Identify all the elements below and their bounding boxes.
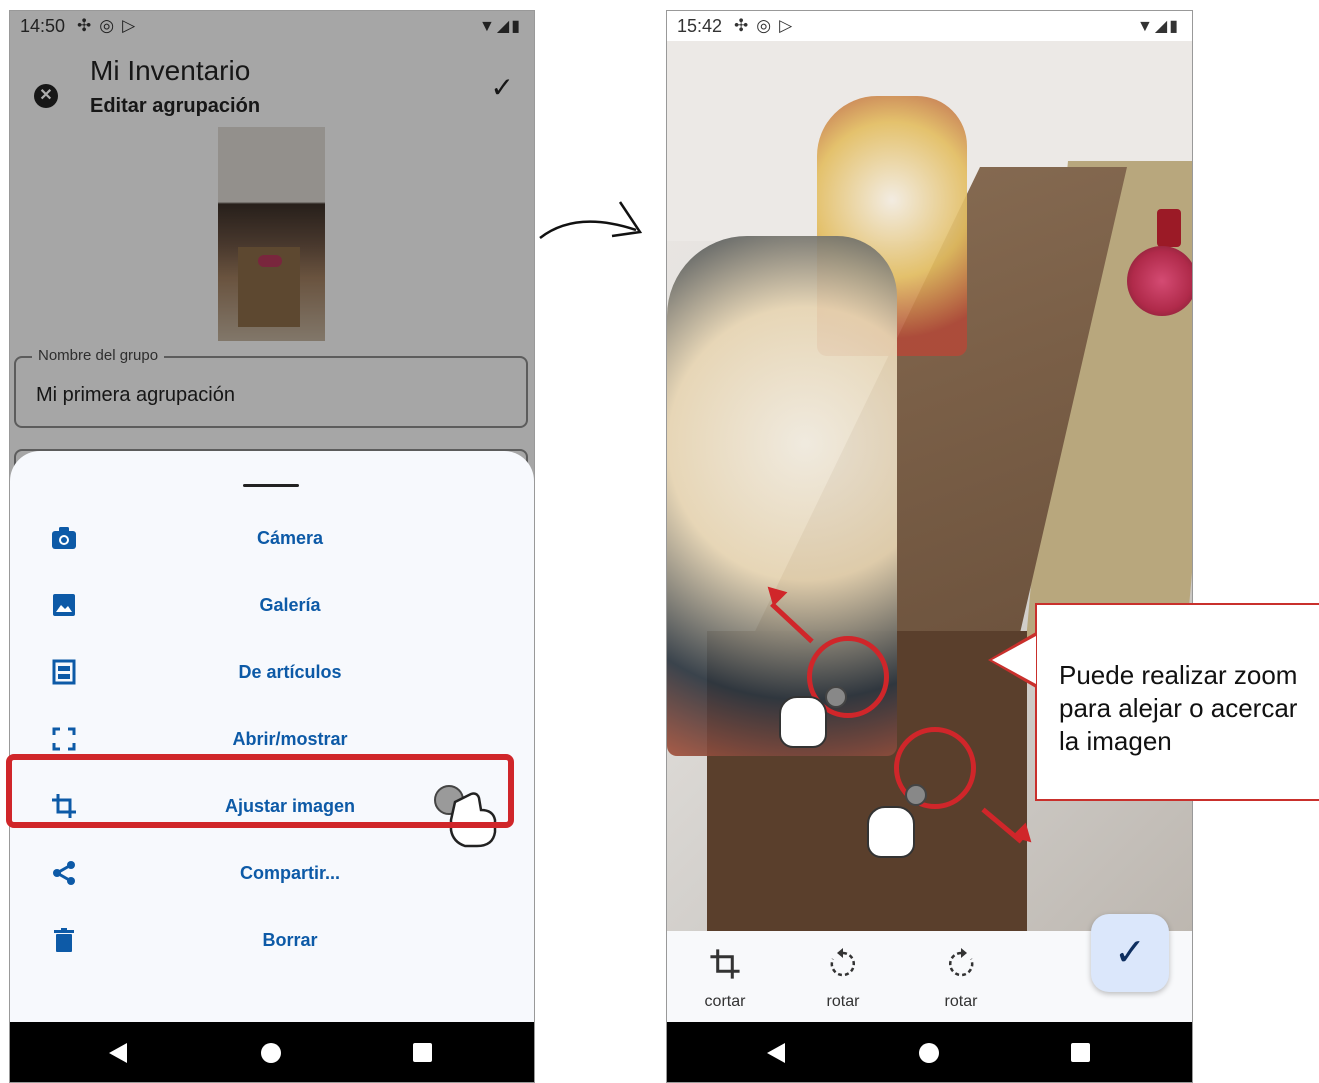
back-icon[interactable] [767, 1043, 785, 1063]
hand-pointer-icon [867, 806, 915, 858]
check-icon: ✓ [1114, 932, 1146, 974]
rotate-left-icon [798, 947, 888, 987]
callout-tail-inner [992, 636, 1036, 684]
left-phone-screen: 14:50 ✣◎▷ ▼◢▮ ✕ Mi Inventario Editar agr… [9, 10, 535, 1083]
touch-point-dot [905, 784, 927, 806]
trash-icon [48, 926, 80, 958]
sheet-item-label: Galería [259, 595, 321, 615]
system-nav-bar [667, 1022, 1192, 1082]
rotate-right-icon [916, 947, 1006, 987]
touch-point-dot [825, 686, 847, 708]
rotate-right-button[interactable]: rotar [916, 931, 1006, 1024]
status-bar: 15:42 ✣◎▷ ▼◢▮ [667, 11, 1192, 41]
right-phone-screen: 15:42 ✣◎▷ ▼◢▮ cortar rotar rotar ✓ [666, 10, 1193, 1083]
camera-icon [48, 524, 80, 556]
crop-tool-label: cortar [704, 993, 746, 1010]
sheet-item-label: Cámera [256, 528, 324, 548]
home-icon[interactable] [261, 1043, 281, 1063]
recents-icon[interactable] [1071, 1043, 1090, 1062]
inventory-icon [48, 658, 80, 690]
sheet-item-label: Compartir... [239, 863, 341, 883]
sheet-item-gallery[interactable]: Galería [10, 573, 534, 640]
rotate-left-label: rotar [826, 993, 860, 1010]
recents-icon[interactable] [413, 1043, 432, 1062]
bottom-sheet: Cámera Galería De artículos Abrir/mostra… [10, 451, 534, 1024]
image-icon [48, 591, 80, 623]
transition-arrow-icon [539, 201, 643, 239]
hand-pointer-icon [779, 696, 827, 748]
adjust-image-highlight [6, 754, 514, 828]
fullscreen-icon [48, 725, 80, 757]
apply-check-button[interactable]: ✓ [1091, 914, 1169, 992]
sheet-item-label: Abrir/mostrar [232, 729, 348, 749]
crop-tool-button[interactable]: cortar [680, 931, 770, 1024]
sheet-item-delete[interactable]: Borrar [10, 908, 534, 975]
sheet-item-articles[interactable]: De artículos [10, 640, 534, 707]
edit-group-screen: 14:50 ✣◎▷ ▼◢▮ ✕ Mi Inventario Editar agr… [10, 11, 534, 1082]
sheet-item-label: De artículos [238, 662, 342, 682]
rotate-right-label: rotar [944, 993, 978, 1010]
sheet-item-label: Borrar [262, 930, 318, 950]
sheet-item-camera[interactable]: Cámera [10, 506, 534, 573]
home-icon[interactable] [919, 1043, 939, 1063]
system-nav-bar [10, 1022, 534, 1082]
status-time: 15:42 [677, 15, 723, 36]
share-icon [48, 859, 80, 891]
callout-text: Puede realizar zoom para alejar o acerca… [1059, 660, 1298, 756]
sheet-item-share[interactable]: Compartir... [10, 841, 534, 908]
crop-icon [680, 947, 770, 989]
photo-flowers [1127, 246, 1192, 316]
rotate-left-button[interactable]: rotar [798, 931, 888, 1024]
back-icon[interactable] [109, 1043, 127, 1063]
sheet-drag-handle[interactable] [243, 484, 299, 487]
signal-battery-icon: ▼◢▮ [1137, 18, 1180, 35]
notification-icons: ✣◎▷ [734, 16, 801, 35]
photo-candle [1157, 209, 1181, 247]
zoom-callout: Puede realizar zoom para alejar o acerca… [1035, 603, 1319, 801]
